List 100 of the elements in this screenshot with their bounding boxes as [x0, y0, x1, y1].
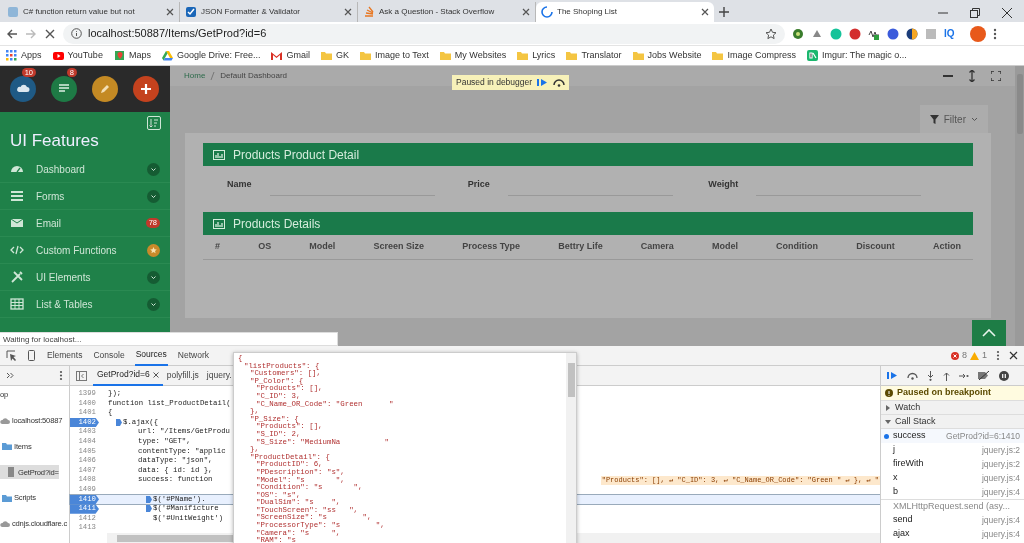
- section-toggle[interactable]: Call Stack: [881, 415, 1024, 429]
- folder-icon: [712, 50, 724, 61]
- bookmark[interactable]: Jobs Website: [632, 48, 702, 63]
- scrollbar[interactable]: [1015, 66, 1024, 346]
- field-label: Weight: [708, 178, 739, 191]
- menu-icon[interactable]: [992, 27, 997, 40]
- folder-icon: [517, 50, 529, 61]
- sidebar-toggle-icon[interactable]: [76, 370, 87, 381]
- sidebar-item[interactable]: Dashboard: [0, 156, 170, 183]
- stop-icon[interactable]: [44, 27, 56, 40]
- more-tabs-icon[interactable]: [6, 372, 14, 379]
- chevron-down-icon: [147, 297, 160, 311]
- bookmark[interactable]: Image to Text: [359, 48, 429, 63]
- sidebar-item[interactable]: Forms: [0, 183, 170, 210]
- resume-icon[interactable]: [537, 77, 549, 87]
- call-stack-frame[interactable]: ajax jquery.js:4: [881, 527, 1024, 541]
- extension-icon[interactable]: [792, 27, 804, 40]
- bookmark[interactable]: YouTube: [52, 48, 103, 63]
- bar-chart-icon: [213, 218, 225, 229]
- extension-icon[interactable]: [849, 27, 861, 40]
- folder-icon: [320, 50, 332, 61]
- inspect-icon[interactable]: [6, 350, 17, 361]
- warning-icon: [970, 351, 979, 360]
- bookmark[interactable]: GK: [320, 48, 349, 63]
- resize-vertical-icon[interactable]: [968, 70, 976, 82]
- call-stack-frame[interactable]: b jquery.js:4: [881, 485, 1024, 499]
- browser-tab[interactable]: JSON Formatter & Validator: [180, 2, 358, 22]
- bookmark[interactable]: My Websites: [439, 48, 507, 63]
- paused-message: Paused on breakpoint: [881, 386, 1024, 401]
- bookmark[interactable]: Image Compress: [712, 48, 796, 63]
- step-into-icon[interactable]: [927, 370, 934, 381]
- menu-icon[interactable]: [59, 370, 63, 381]
- info-icon: [885, 389, 893, 397]
- file-tab[interactable]: polyfill.js: [162, 365, 203, 386]
- restore-icon[interactable]: [970, 8, 980, 18]
- bookmark[interactable]: Apps: [6, 48, 42, 63]
- close-icon[interactable]: [1009, 351, 1018, 360]
- sidebar-item[interactable]: List & Tables: [0, 291, 170, 318]
- menu-icon[interactable]: [996, 350, 1000, 361]
- extension-icon[interactable]: [887, 27, 899, 40]
- file-tab[interactable]: GetProd?id=6: [93, 365, 163, 386]
- bookmark[interactable]: Google Drive: Free...: [161, 48, 261, 63]
- extension-icon[interactable]: [906, 27, 918, 40]
- pause-icon[interactable]: [999, 370, 1009, 381]
- sidebar-item[interactable]: Custom Functions: [0, 237, 170, 264]
- close-icon[interactable]: [1002, 8, 1012, 18]
- chevron-down-icon: [147, 189, 160, 203]
- quick-action-button[interactable]: [10, 76, 36, 102]
- panel-tab[interactable]: Network: [176, 345, 210, 366]
- device-icon[interactable]: [26, 350, 37, 361]
- bookmark[interactable]: Translator: [566, 48, 622, 63]
- slash-icon: [210, 72, 216, 80]
- code-icon: [10, 243, 24, 257]
- bookmark[interactable]: Maps: [113, 48, 151, 63]
- close-icon[interactable]: [166, 8, 174, 16]
- async-separator: XMLHttpRequest.send (asy...: [881, 499, 1024, 513]
- resume-icon[interactable]: [887, 371, 898, 380]
- folder-icon: [566, 50, 578, 61]
- address-bar[interactable]: localhost:50887/Items/GetProd?id=6: [63, 23, 785, 44]
- call-stack-frame[interactable]: x jquery.js:4: [881, 471, 1024, 485]
- avatar-icon[interactable]: [969, 25, 986, 42]
- sort-icon[interactable]: [147, 116, 161, 130]
- fullscreen-icon[interactable]: [991, 71, 1001, 81]
- extension-label[interactable]: IQ: [944, 26, 955, 41]
- bookmark[interactable]: Imgur: The magic o...: [806, 48, 907, 63]
- close-icon[interactable]: [344, 8, 352, 16]
- warning-count: 1: [982, 348, 987, 362]
- status-bubble: Waiting for localhost...: [0, 332, 338, 346]
- star-icon[interactable]: [765, 27, 777, 40]
- step-out-icon[interactable]: [943, 370, 950, 381]
- call-stack-frame[interactable]: j jquery.js:2: [881, 443, 1024, 457]
- close-icon[interactable]: [152, 371, 159, 378]
- column-header: Process Type: [462, 240, 520, 253]
- bookmark[interactable]: Gmail: [271, 48, 310, 63]
- scrollbar[interactable]: [566, 353, 576, 543]
- quick-action-button[interactable]: [92, 76, 118, 102]
- file-tab[interactable]: jquery.: [202, 365, 236, 386]
- step-icon[interactable]: [959, 372, 969, 379]
- browser-tab[interactable]: The Shoping List: [536, 2, 714, 22]
- column-header: Model: [711, 240, 738, 253]
- step-over-icon[interactable]: [553, 77, 566, 87]
- call-stack-frame[interactable]: success GetProd?id=6:1410: [881, 429, 1024, 443]
- section-toggle[interactable]: Watch: [881, 401, 1024, 415]
- deactivate-breakpoints-icon[interactable]: [978, 371, 990, 380]
- call-stack-frame[interactable]: fireWith jquery.js:2: [881, 457, 1024, 471]
- close-icon[interactable]: [522, 8, 530, 16]
- browser-tab[interactable]: C# function return value but not: [2, 2, 180, 22]
- quick-action-button[interactable]: [133, 76, 159, 102]
- close-icon[interactable]: [701, 8, 709, 16]
- panel-tab[interactable]: Elements: [46, 345, 84, 366]
- error-count: 8: [961, 348, 967, 362]
- bookmark[interactable]: Lyrics: [517, 48, 556, 63]
- back-icon[interactable]: [6, 27, 18, 40]
- step-over-icon[interactable]: [907, 371, 918, 380]
- quick-action-button[interactable]: [51, 76, 77, 102]
- sidebar-item[interactable]: UI Elements: [0, 264, 170, 291]
- mail-icon: [10, 216, 24, 230]
- funnel-icon: [929, 114, 939, 124]
- call-stack-frame[interactable]: send jquery.js:4: [881, 513, 1024, 527]
- panel-tab[interactable]: Console: [92, 345, 126, 366]
